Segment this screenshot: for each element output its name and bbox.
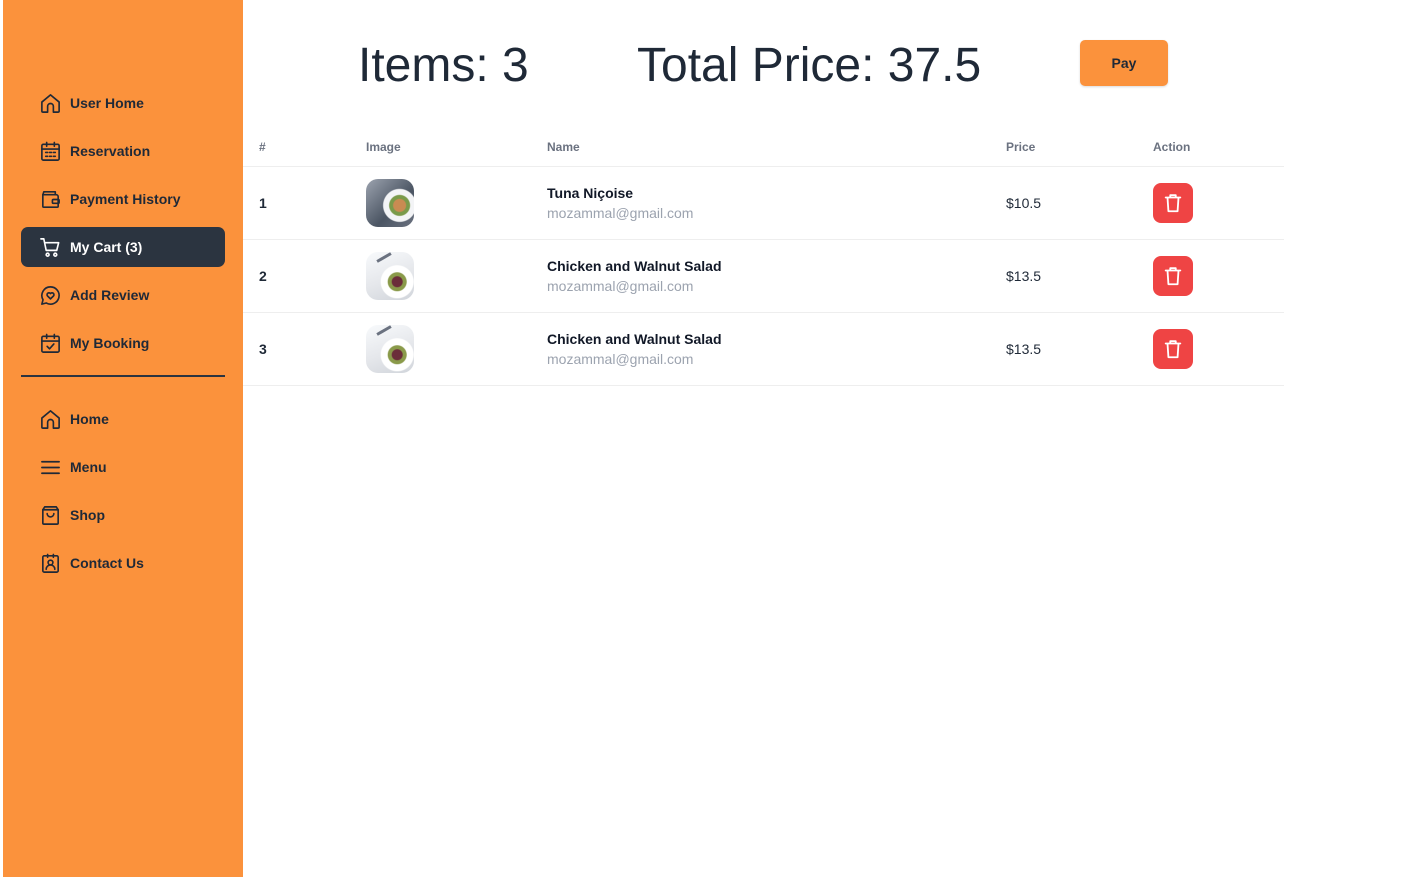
wallet-icon [38,187,62,211]
column-header-name: Name [547,128,1006,167]
item-email: mozammal@gmail.com [547,278,694,294]
sidebar-item-label: My Booking [70,335,150,351]
home-icon [38,91,62,115]
calendar-check-icon [38,331,62,355]
table-row: 2 Chicken and Walnut Salad mozammal@gmai… [243,239,1284,313]
sidebar-item-user-home[interactable]: User Home [21,83,225,123]
sidebar-item-label: Home [70,411,109,427]
table-header-row: # Image Name Price Action [243,128,1284,167]
review-icon [38,283,62,307]
sidebar-item-my-cart[interactable]: My Cart (3) [21,227,225,267]
sidebar-item-label: User Home [70,95,144,111]
sidebar-item-menu[interactable]: Menu [21,447,225,487]
sidebar-item-payment-history[interactable]: Payment History [21,179,225,219]
menu-icon [38,455,62,479]
delete-button[interactable] [1153,183,1193,223]
sidebar-item-add-review[interactable]: Add Review [21,275,225,315]
column-header-number: # [243,128,366,167]
item-price: $10.5 [1006,166,1153,240]
trash-icon [1162,192,1184,214]
column-header-image: Image [366,128,547,167]
item-name: Chicken and Walnut Salad [547,258,722,274]
table-row: 3 Chicken and Walnut Salad mozammal@gmai… [243,312,1284,386]
sidebar: User Home Reservation Payment History My… [3,0,243,877]
sidebar-item-shop[interactable]: Shop [21,495,225,535]
sidebar-divider [21,375,225,377]
sidebar-item-contact-us[interactable]: Contact Us [21,543,225,583]
sidebar-item-label: Contact Us [70,555,144,571]
contact-badge-icon [38,551,62,575]
table-row: 1 Tuna Niçoise mozammal@gmail.com $10.5 [243,166,1284,240]
item-price: $13.5 [1006,312,1153,386]
pay-button[interactable]: Pay [1080,40,1168,86]
item-name: Chicken and Walnut Salad [547,331,722,347]
sidebar-item-label: Payment History [70,191,181,207]
calendar-icon [38,139,62,163]
sidebar-item-label: Shop [70,507,105,523]
delete-button[interactable] [1153,329,1193,369]
cart-table: # Image Name Price Action 1 Tuna Niçoise… [243,128,1284,386]
cart-total-price: Total Price: 37.5 [637,39,982,92]
row-number: 2 [243,239,366,313]
row-number: 3 [243,312,366,386]
item-name: Tuna Niçoise [547,185,634,201]
sidebar-item-label: Reservation [70,143,151,159]
item-email: mozammal@gmail.com [547,205,694,221]
item-email: mozammal@gmail.com [547,351,694,367]
column-header-price: Price [1006,128,1153,167]
food-thumbnail [366,325,414,373]
cart-items-count: Items: 3 [358,39,529,92]
sidebar-secondary-nav: Home Menu Shop Contact Us [21,399,225,591]
trash-icon [1162,265,1184,287]
sidebar-primary-nav: User Home Reservation Payment History My… [21,83,225,397]
column-header-action: Action [1153,128,1284,167]
food-thumbnail [366,252,414,300]
sidebar-item-home[interactable]: Home [21,399,225,439]
trash-icon [1162,338,1184,360]
food-thumbnail [366,179,414,227]
sidebar-item-my-booking[interactable]: My Booking [21,323,225,363]
shopping-bag-icon [38,503,62,527]
sidebar-item-label: My Cart (3) [70,239,143,255]
cart-icon [38,235,62,259]
home-icon [38,407,62,431]
row-number: 1 [243,166,366,240]
item-price: $13.5 [1006,239,1153,313]
delete-button[interactable] [1153,256,1193,296]
sidebar-item-label: Add Review [70,287,150,303]
sidebar-item-label: Menu [70,459,107,475]
sidebar-item-reservation[interactable]: Reservation [21,131,225,171]
